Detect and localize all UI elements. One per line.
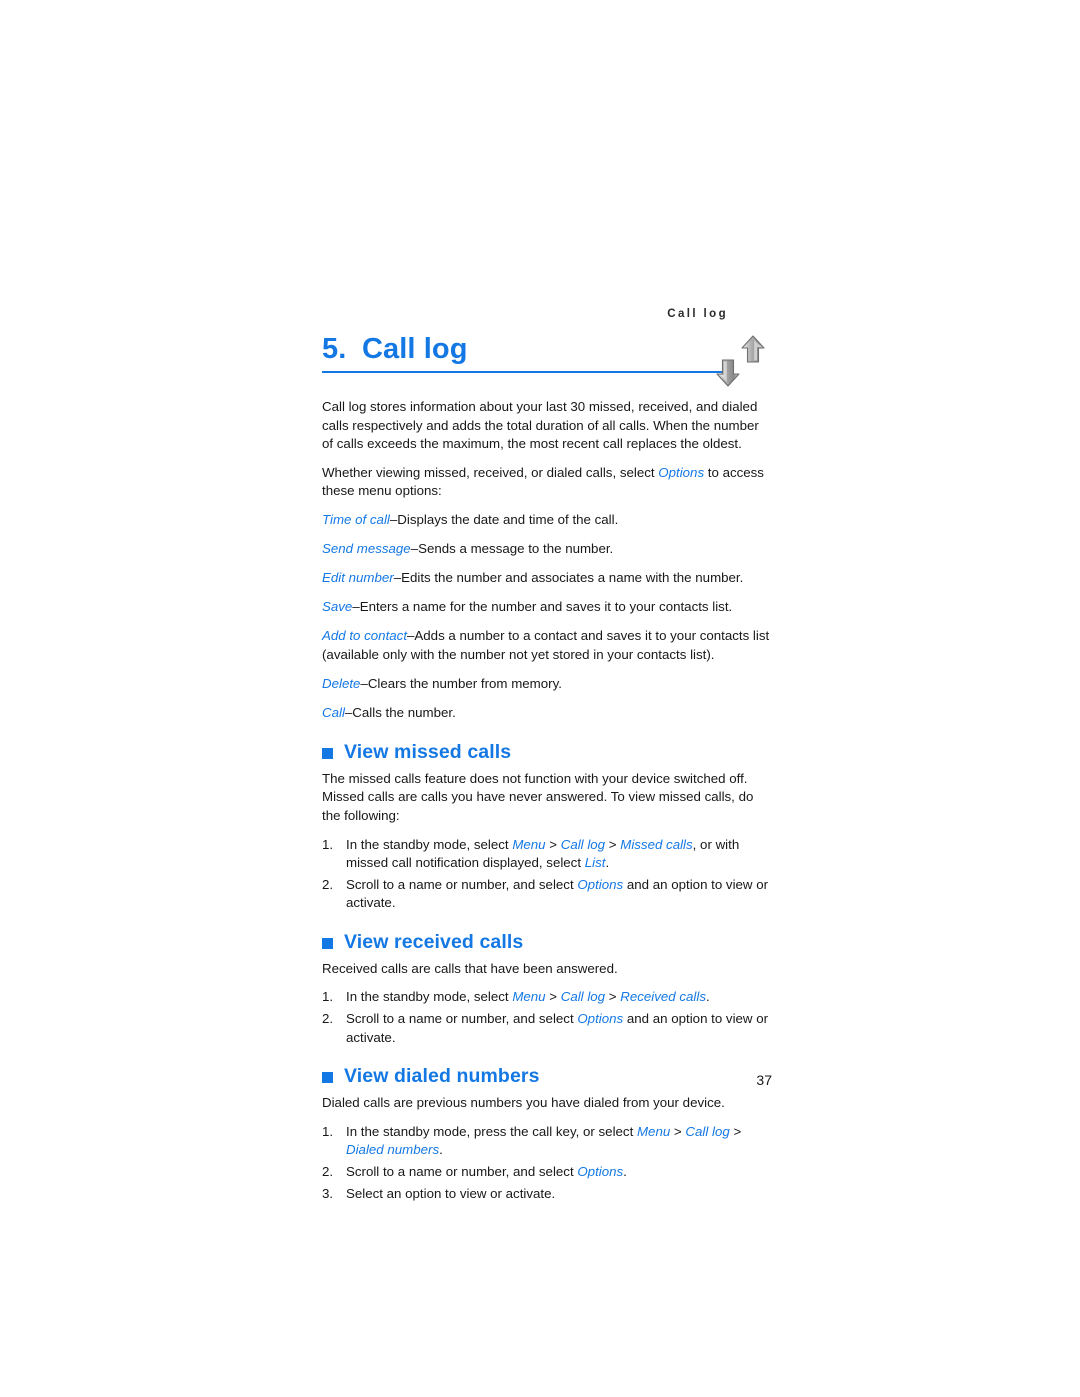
list-item: 1. In the standby mode, select Menu > Cal…: [322, 988, 772, 1007]
list-item: 2. Scroll to a name or number, and select…: [322, 876, 772, 913]
content-section: View received calls Received calls are ca…: [322, 931, 772, 1047]
running-header: Call log: [667, 308, 728, 320]
ui-term: Menu: [512, 989, 546, 1005]
ui-term: Call log: [560, 836, 606, 852]
chapter-title-text: Call log: [362, 333, 468, 365]
option-term: Send message: [322, 541, 411, 557]
step-text: In the standby mode, select: [346, 836, 513, 852]
ui-term: Options: [577, 1011, 624, 1027]
option-item: Time of call–Displays the date and time …: [322, 511, 772, 530]
option-description: –Enters a name for the number and saves …: [352, 599, 733, 615]
option-item: Send message–Sends a message to the numb…: [322, 540, 772, 559]
option-description: –Calls the number.: [344, 705, 456, 721]
ui-term: Menu: [636, 1123, 671, 1139]
list-item: 1. In the standby mode, press the call ke…: [322, 1123, 772, 1160]
list-item: 1. In the standby mode, select Menu > Cal…: [322, 836, 772, 873]
step-list: 1. In the standby mode, select Menu > Cal…: [322, 988, 772, 1047]
option-term: Call: [322, 705, 345, 721]
ui-term: Options: [577, 876, 624, 892]
title-divider: [322, 371, 728, 373]
step-marker: 2.: [322, 876, 334, 892]
intro-paragraph-2: Whether viewing missed, received, or dia…: [322, 464, 772, 501]
section-intro: The missed calls feature does not functi…: [322, 770, 754, 823]
step-text: Select an option to view or activate.: [346, 1185, 556, 1201]
ui-term: Call log: [685, 1123, 730, 1139]
option-term: Edit number: [322, 570, 394, 586]
list-item: 3. Select an option to view or activate.: [322, 1185, 772, 1204]
section-heading-label: View missed calls: [344, 740, 512, 763]
ui-term: Dialed numbers: [346, 1142, 440, 1158]
page-title: 5. Call log: [322, 333, 468, 366]
step-text: >: [670, 1123, 686, 1139]
step-marker: 2.: [322, 1011, 334, 1027]
content-section: View missed calls The missed calls featur…: [322, 741, 772, 913]
step-text: Scroll to a name or number, and select: [346, 1011, 578, 1027]
option-description: –Clears the number from memory.: [360, 676, 562, 692]
option-term: Time of call: [322, 511, 390, 527]
term-options: Options: [658, 464, 705, 480]
option-description: –Edits the number and associates a name …: [393, 570, 744, 586]
step-text: >: [605, 989, 621, 1005]
square-bullet-icon: [322, 937, 333, 949]
intro-p2-a: Whether viewing missed, received, or dia…: [322, 464, 659, 480]
step-marker: 1.: [322, 989, 334, 1005]
step-text: .: [605, 855, 610, 871]
chapter-number: 5.: [322, 333, 347, 365]
section-heading: View received calls: [322, 931, 772, 954]
option-item: Edit number–Edits the number and associa…: [322, 569, 772, 588]
step-text: .: [623, 1164, 627, 1180]
ui-term: Options: [577, 1164, 624, 1180]
ui-term: Call log: [560, 989, 606, 1005]
ui-term: Missed calls: [620, 836, 693, 852]
step-list: 1. In the standby mode, press the call ke…: [322, 1123, 772, 1203]
option-description: –Displays the date and time of the call.: [389, 511, 619, 527]
ui-term: List: [584, 855, 606, 871]
step-text: >: [605, 836, 621, 852]
section-heading-label: View received calls: [344, 930, 524, 953]
step-text: >: [729, 1123, 742, 1139]
page-number: 37: [756, 1072, 772, 1088]
option-item: Add to contact–Adds a number to a contac…: [322, 627, 772, 664]
section-intro: Received calls are calls that have been …: [322, 960, 618, 976]
option-item: Call–Calls the number.: [322, 704, 772, 723]
option-item: Delete–Clears the number from memory.: [322, 675, 772, 694]
document-page: Call log 5. Call log Call log stores inf…: [0, 0, 1080, 1397]
step-text: In the standby mode, select: [346, 989, 513, 1005]
list-item: 2. Scroll to a name or number, and select…: [322, 1163, 772, 1182]
section-heading: View missed calls: [322, 741, 772, 764]
step-text: Scroll to a name or number, and select: [346, 1164, 578, 1180]
step-marker: 1.: [322, 1123, 334, 1139]
option-item: Save–Enters a name for the number and sa…: [322, 598, 772, 617]
list-item: 2. Scroll to a name or number, and select…: [322, 1010, 772, 1047]
section-intro: Dialed calls are previous numbers you ha…: [322, 1095, 725, 1111]
sections-container: View missed calls The missed calls featur…: [322, 741, 772, 1204]
step-marker: 2.: [322, 1164, 334, 1180]
step-text: .: [439, 1142, 443, 1158]
up-down-arrows-icon: [714, 334, 770, 388]
step-text: .: [705, 989, 710, 1005]
step-text: >: [545, 836, 561, 852]
step-text: >: [545, 989, 561, 1005]
intro-paragraph-1: Call log stores information about your l…: [322, 399, 759, 452]
option-term: Save: [322, 599, 353, 615]
step-marker: 1.: [322, 836, 334, 852]
option-description: –Sends a message to the number.: [410, 541, 614, 557]
ui-term: Menu: [512, 836, 546, 852]
ui-term: Received calls: [620, 989, 706, 1005]
options-list: Time of call–Displays the date and time …: [322, 511, 772, 723]
option-term: Add to contact: [322, 628, 408, 644]
step-text: Scroll to a name or number, and select: [346, 876, 578, 892]
step-marker: 3.: [322, 1185, 334, 1201]
square-bullet-icon: [322, 747, 333, 759]
step-text: In the standby mode, press the call key,…: [346, 1123, 637, 1139]
step-list: 1. In the standby mode, select Menu > Cal…: [322, 836, 772, 913]
option-term: Delete: [322, 676, 361, 692]
